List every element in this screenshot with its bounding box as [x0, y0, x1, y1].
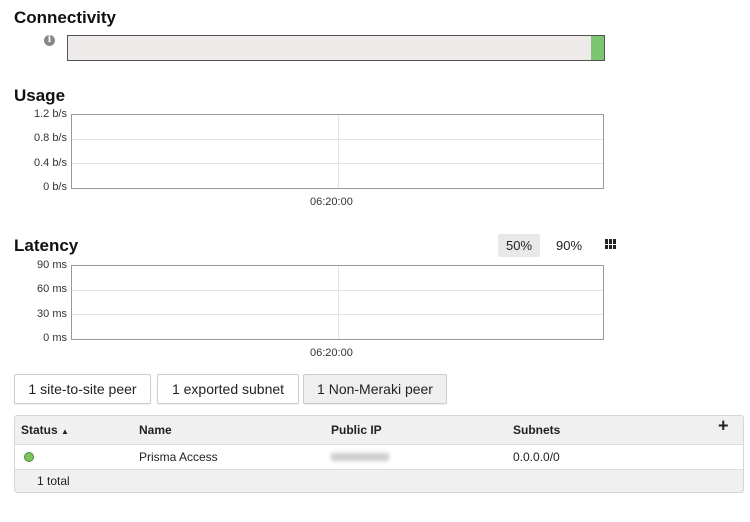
total-count: 1 total	[37, 473, 70, 488]
y-tick: 0 b/s	[43, 181, 67, 193]
percentile-90-button[interactable]: 90%	[548, 234, 590, 257]
usage-title: Usage	[14, 86, 66, 105]
y-tick: 0.8 b/s	[33, 132, 67, 144]
add-icon[interactable]: +	[718, 416, 729, 437]
connectivity-title: Connectivity	[14, 8, 117, 27]
column-status[interactable]: Status ▲	[21, 423, 69, 437]
public-ip-redacted	[331, 453, 389, 461]
peer-subnets: 0.0.0.0/0	[513, 450, 560, 464]
y-tick: 30 ms	[37, 308, 67, 320]
connectivity-bar	[67, 35, 605, 61]
grid-icon[interactable]	[605, 239, 617, 249]
tab-site-to-site-peer[interactable]: 1 site-to-site peer	[14, 374, 151, 404]
tab-exported-subnet[interactable]: 1 exported subnet	[157, 374, 299, 404]
column-subnets[interactable]: Subnets	[513, 423, 560, 437]
table-footer: 1 total	[15, 469, 743, 492]
y-tick: 60 ms	[37, 283, 67, 295]
info-icon[interactable]: i	[44, 35, 55, 46]
peer-name: Prisma Access	[139, 450, 218, 464]
tab-non-meraki-peer[interactable]: 1 Non-Meraki peer	[303, 374, 447, 404]
y-tick: 0 ms	[43, 332, 67, 344]
y-tick: 0.4 b/s	[33, 157, 67, 169]
peers-table: Status ▲ Name Public IP Subnets + Prisma…	[14, 415, 744, 493]
x-tick: 06:20:00	[310, 196, 353, 208]
x-tick: 06:20:00	[310, 347, 353, 359]
y-tick: 90 ms	[37, 259, 67, 271]
latency-title: Latency	[14, 236, 79, 255]
status-online-icon	[24, 452, 34, 462]
latency-chart	[71, 265, 604, 340]
table-row[interactable]: Prisma Access 0.0.0.0/0	[15, 444, 743, 470]
sort-asc-icon: ▲	[61, 427, 69, 436]
table-header: Status ▲ Name Public IP Subnets +	[15, 416, 743, 444]
connectivity-up-segment	[590, 36, 604, 60]
y-tick: 1.2 b/s	[33, 108, 67, 120]
column-public-ip[interactable]: Public IP	[331, 423, 382, 437]
column-name[interactable]: Name	[139, 423, 172, 437]
usage-chart	[71, 114, 604, 189]
percentile-50-button[interactable]: 50%	[498, 234, 541, 257]
